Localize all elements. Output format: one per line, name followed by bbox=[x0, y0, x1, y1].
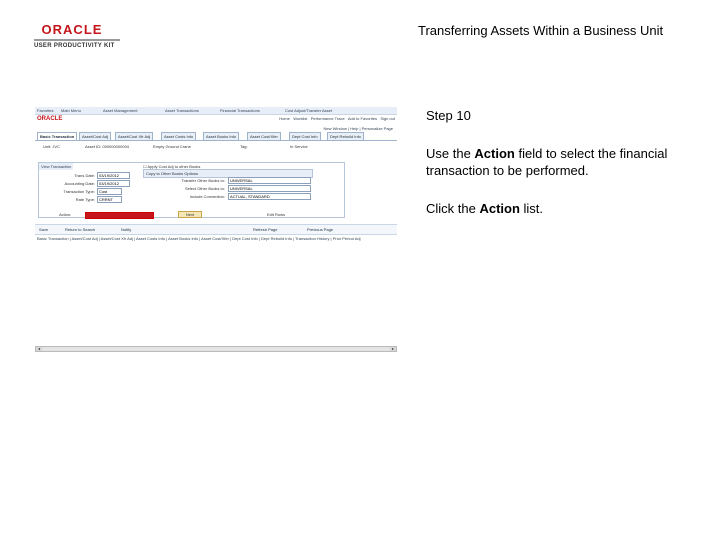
link-worklist[interactable]: Worklist bbox=[293, 116, 307, 121]
instruction-1-bold: Action bbox=[474, 146, 515, 161]
nav-asset-transactions[interactable]: Asset Transactions bbox=[165, 108, 199, 113]
nav-asset-management[interactable]: Asset Management bbox=[103, 108, 137, 113]
instruction-line-2: Click the Action list. bbox=[426, 200, 706, 217]
refresh-button[interactable]: Refresh Page bbox=[253, 227, 277, 232]
transaction-type-select[interactable]: Cost bbox=[97, 188, 122, 195]
notify-button[interactable]: Notify bbox=[121, 227, 131, 232]
utility-row: New Window | Help | Personalize Page bbox=[35, 124, 397, 132]
mini-oracle-logo: ORACLE bbox=[37, 116, 63, 122]
rate-type-label: Rate Type: bbox=[75, 197, 95, 202]
accounting-date-label: Accounting Date: bbox=[64, 181, 95, 186]
instruction-2-bold: Action bbox=[479, 201, 520, 216]
instruction-2-post: list. bbox=[519, 201, 544, 216]
include-convention-select[interactable]: ACTUAL, STANDARD bbox=[228, 193, 311, 200]
header-asset-id: Asset ID: 000000000004 bbox=[85, 144, 130, 149]
application-screenshot[interactable]: Favorites Main Menu Asset Management Ass… bbox=[35, 107, 397, 353]
action-label: Action: bbox=[59, 212, 72, 217]
view-transaction-caption: View Transaction bbox=[39, 163, 74, 170]
link-add-to-favorites[interactable]: Add to Favorites bbox=[348, 116, 377, 121]
link-sign-out[interactable]: Sign out bbox=[380, 116, 395, 121]
bottom-links[interactable]: Basic Transaction | Asset/Cost Adj | Ass… bbox=[37, 236, 395, 241]
header-unit: Unit: JVC bbox=[43, 144, 60, 149]
slide-title: Transferring Assets Within a Business Un… bbox=[418, 23, 664, 38]
nav-main-menu[interactable]: Main Menu bbox=[61, 108, 81, 113]
next-button[interactable]: Next bbox=[178, 211, 202, 218]
scroll-left-icon[interactable]: ◂ bbox=[36, 347, 42, 351]
previous-page-button[interactable]: Previous Page bbox=[307, 227, 333, 232]
logo-divider bbox=[34, 39, 120, 41]
breadcrumb-bar: Favorites Main Menu Asset Management Ass… bbox=[35, 107, 397, 115]
instruction-panel: Step 10 Use the Action field to select t… bbox=[426, 107, 706, 238]
tab-asset-cost-adj[interactable]: Asset/Cost Adj bbox=[79, 132, 112, 140]
save-button[interactable]: Save bbox=[39, 227, 48, 232]
oracle-logo-text: ORACLE bbox=[41, 22, 103, 37]
tab-dept-cost-info[interactable]: Dept Cost Info bbox=[289, 132, 321, 140]
trans-date-label: Trans Date: bbox=[74, 173, 95, 178]
instruction-1-pre: Use the bbox=[426, 146, 475, 161]
return-to-search-button[interactable]: Return to Search bbox=[65, 227, 95, 232]
transfer-other-books-select[interactable]: UNIVERSAL bbox=[228, 177, 311, 184]
tab-bar: Basic Transaction Asset/Cost Adj Asset/C… bbox=[35, 132, 397, 141]
action-select-highlighted[interactable] bbox=[85, 212, 154, 219]
trans-date-input[interactable]: 03/19/2012 bbox=[97, 172, 130, 179]
accounting-date-input[interactable]: 03/19/2012 bbox=[97, 180, 130, 187]
header-status: In Service bbox=[290, 144, 308, 149]
transaction-type-label: Transaction Type: bbox=[63, 189, 95, 194]
horizontal-scrollbar[interactable]: ◂ ▸ bbox=[35, 346, 397, 352]
utility-links[interactable]: New Window | Help | Personalize Page bbox=[324, 126, 393, 131]
bottom-toolbar: Save Return to Search Notify Refresh Pag… bbox=[35, 224, 397, 235]
tab-asset-books-info[interactable]: Asset Books Info bbox=[203, 132, 240, 140]
instruction-2-pre: Click the bbox=[426, 201, 480, 216]
select-other-books-select[interactable]: UNIVERSAL bbox=[228, 185, 311, 192]
oracle-upk-logo: ORACLE USER PRODUCTIVITY KIT bbox=[34, 22, 124, 49]
header-description: Empty Ground Crane bbox=[153, 144, 191, 149]
transfer-other-books-label: Transfer Other Books to: bbox=[181, 178, 225, 183]
edit-rows-link[interactable]: Edit Rows bbox=[267, 212, 285, 217]
brand-row: ORACLE Home Worklist Performance Trace A… bbox=[35, 115, 397, 124]
upk-logo-text: USER PRODUCTIVITY KIT bbox=[34, 43, 115, 49]
link-home[interactable]: Home bbox=[279, 116, 290, 121]
select-other-books-label: Select Other Books to: bbox=[184, 186, 225, 191]
instruction-line-1: Use the Action field to select the finan… bbox=[426, 145, 706, 179]
step-number: Step 10 bbox=[426, 108, 471, 123]
tab-asset-costs-info[interactable]: Asset Costs Info bbox=[161, 132, 197, 140]
tab-asset-cost-xfer[interactable]: Asset Cost/Xfer bbox=[247, 132, 281, 140]
tab-dept-rebuild-info[interactable]: Dept Rebuild Info bbox=[327, 132, 364, 140]
tab-basic-transaction[interactable]: Basic Transaction bbox=[37, 132, 78, 140]
link-performance-trace[interactable]: Performance Trace bbox=[311, 116, 345, 121]
tab-asset-cost-xfr-adj[interactable]: Asset/Cost Xfr Adj bbox=[115, 132, 154, 140]
nav-cost-adjust-transfer[interactable]: Cost Adjust/Transfer Asset bbox=[285, 108, 332, 113]
nav-favorites[interactable]: Favorites bbox=[37, 108, 53, 113]
rate-type-input[interactable]: CRRNT bbox=[97, 196, 122, 203]
header-tag: Tag: bbox=[240, 144, 248, 149]
nav-financial-transactions[interactable]: Financial Transactions bbox=[220, 108, 260, 113]
scroll-right-icon[interactable]: ▸ bbox=[390, 347, 396, 351]
asset-header: Unit: JVC Asset ID: 000000000004 Empty G… bbox=[35, 141, 397, 151]
include-convention-label: Include Convention: bbox=[189, 194, 225, 199]
top-links: Home Worklist Performance Trace Add to F… bbox=[279, 116, 395, 121]
